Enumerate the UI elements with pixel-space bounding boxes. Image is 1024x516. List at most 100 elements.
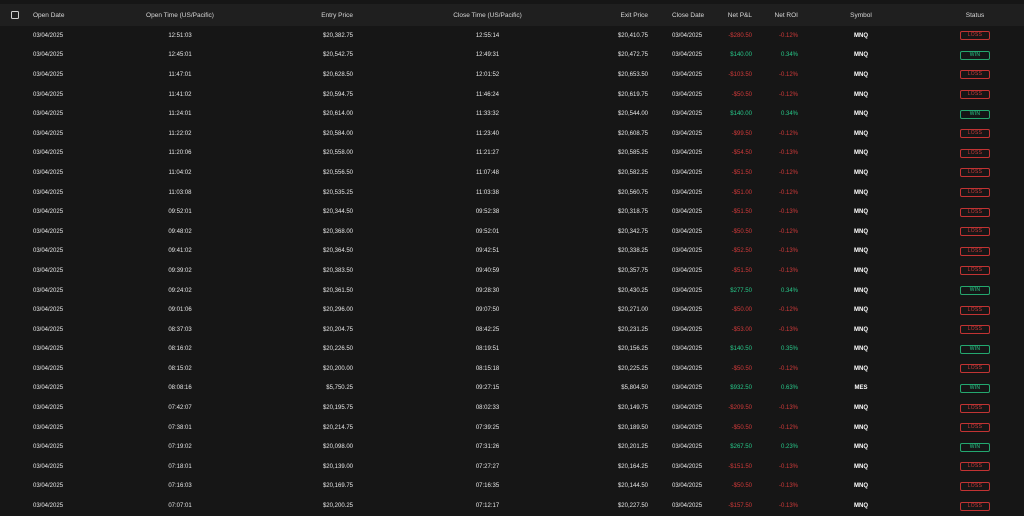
entry-price-cell: $20,200.25 xyxy=(322,503,353,510)
table-row[interactable]: 03/04/2025 07:07:01 $20,200.25 07:12:17 $20,… xyxy=(0,496,1024,516)
status-cell: LOSS xyxy=(955,65,995,85)
open-date-cell: 03/04/2025 xyxy=(33,130,64,137)
table-row[interactable]: 03/04/2025 11:20:06 $20,558.00 11:21:27 $20,… xyxy=(0,144,1024,164)
entry-price-cell: $20,204.75 xyxy=(322,326,353,333)
exit-price-cell: $20,201.25 xyxy=(617,444,648,451)
open-time-cell: 07:18:01 xyxy=(168,463,192,470)
table-row[interactable]: 03/04/2025 09:48:02 $20,368.00 09:52:01 $20,… xyxy=(0,222,1024,242)
table-row[interactable]: 03/04/2025 11:03:08 $20,535.25 11:03:38 $20,… xyxy=(0,183,1024,203)
table-row[interactable]: 03/04/2025 11:41:02 $20,594.75 11:46:24 $20,… xyxy=(0,85,1024,105)
open-time-cell: 11:24:01 xyxy=(168,111,192,118)
open-date-cell: 03/04/2025 xyxy=(33,248,64,255)
status-badge: LOSS xyxy=(960,501,990,511)
trades-table: Open Date Open Time (US/Pacific) Entry P… xyxy=(0,4,1024,516)
table-row[interactable]: 03/04/2025 07:19:02 $20,098.00 07:31:26 $20,… xyxy=(0,437,1024,457)
net-pnl-cell: $140.00 xyxy=(730,52,752,59)
status-cell: WIN xyxy=(955,46,995,66)
net-pnl-cell: -$50.50 xyxy=(731,228,752,235)
table-row[interactable]: 03/04/2025 12:51:03 $20,382.75 12:55:14 $20,… xyxy=(0,26,1024,46)
entry-price-cell: $20,214.75 xyxy=(322,424,353,431)
table-row[interactable]: 03/04/2025 09:24:02 $20,361.50 09:28:30 $20,… xyxy=(0,281,1024,301)
symbol-cell: MNQ xyxy=(854,111,868,118)
close-time-cell: 08:19:51 xyxy=(475,346,500,353)
header-entry-price[interactable]: Entry Price xyxy=(295,4,353,26)
symbol-cell: MNQ xyxy=(854,248,868,255)
open-date-cell: 03/04/2025 xyxy=(33,365,64,372)
exit-price-cell: $20,608.75 xyxy=(617,130,648,137)
table-row[interactable]: 03/04/2025 08:08:16 $5,750.25 09:27:15 $5,80… xyxy=(0,379,1024,399)
table-row[interactable]: 03/04/2025 11:47:01 $20,628.50 12:01:52 $20,… xyxy=(0,65,1024,85)
net-roi-cell: -0.13% xyxy=(778,483,798,490)
table-row[interactable]: 03/04/2025 07:42:07 $20,195.75 08:02:33 $20,… xyxy=(0,398,1024,418)
status-cell: WIN xyxy=(955,104,995,124)
table-header: Open Date Open Time (US/Pacific) Entry P… xyxy=(0,4,1024,26)
status-cell: LOSS xyxy=(955,242,995,262)
open-date-cell: 03/04/2025 xyxy=(33,424,64,431)
header-open-time[interactable]: Open Time (US/Pacific) xyxy=(140,4,220,26)
entry-price-cell: $5,750.25 xyxy=(326,385,353,392)
symbol-cell: MNQ xyxy=(854,346,868,353)
status-badge: LOSS xyxy=(960,90,990,100)
open-time-cell: 07:07:01 xyxy=(168,503,192,510)
status-cell: WIN xyxy=(955,281,995,301)
status-cell: LOSS xyxy=(955,359,995,379)
header-exit-price[interactable]: Exit Price xyxy=(590,4,648,26)
header-close-time[interactable]: Close Time (US/Pacific) xyxy=(440,4,535,26)
open-time-cell: 09:52:01 xyxy=(168,209,192,216)
select-all-cell[interactable] xyxy=(10,4,20,26)
close-time-cell: 07:31:26 xyxy=(475,444,500,451)
entry-price-cell: $20,169.75 xyxy=(322,483,353,490)
header-symbol[interactable]: Symbol xyxy=(836,4,886,26)
net-pnl-cell: -$53.00 xyxy=(731,326,752,333)
net-pnl-cell: -$103.50 xyxy=(728,71,752,78)
header-net-pnl[interactable]: Net P&L xyxy=(710,4,752,26)
symbol-cell: MNQ xyxy=(854,483,868,490)
open-time-cell: 12:45:01 xyxy=(168,52,192,59)
net-roi-cell: -0.13% xyxy=(778,267,798,274)
header-open-date[interactable]: Open Date xyxy=(33,4,83,26)
status-cell: WIN xyxy=(955,340,995,360)
symbol-cell: MNQ xyxy=(854,424,868,431)
entry-price-cell: $20,558.00 xyxy=(322,150,353,157)
status-badge: WIN xyxy=(960,344,990,354)
net-pnl-cell: -$157.50 xyxy=(728,503,752,510)
table-row[interactable]: 03/04/2025 11:04:02 $20,556.50 11:07:48 $20,… xyxy=(0,163,1024,183)
table-row[interactable]: 03/04/2025 12:45:01 $20,542.75 12:49:31 $20,… xyxy=(0,46,1024,66)
open-time-cell: 08:08:16 xyxy=(168,385,192,392)
table-row[interactable]: 03/04/2025 11:24:01 $20,614.00 11:33:32 $20,… xyxy=(0,104,1024,124)
table-row[interactable]: 03/04/2025 09:01:06 $20,296.00 09:07:50 $20,… xyxy=(0,300,1024,320)
entry-price-cell: $20,344.50 xyxy=(322,209,353,216)
symbol-cell: MNQ xyxy=(854,287,868,294)
exit-price-cell: $20,619.75 xyxy=(617,91,648,98)
table-row[interactable]: 03/04/2025 11:22:02 $20,584.00 11:23:40 $20,… xyxy=(0,124,1024,144)
status-cell: LOSS xyxy=(955,320,995,340)
exit-price-cell: $5,804.50 xyxy=(621,385,648,392)
table-row[interactable]: 03/04/2025 07:18:01 $20,139.00 07:27:27 $20,… xyxy=(0,457,1024,477)
table-row[interactable]: 03/04/2025 09:41:02 $20,364.50 09:42:51 $20,… xyxy=(0,242,1024,262)
table-row[interactable]: 03/04/2025 08:15:02 $20,200.00 08:15:18 $20,… xyxy=(0,359,1024,379)
net-pnl-cell: -$50.50 xyxy=(731,424,752,431)
header-status[interactable]: Status xyxy=(955,4,995,26)
table-row[interactable]: 03/04/2025 07:38:01 $20,214.75 07:39:25 $20,… xyxy=(0,418,1024,438)
table-row[interactable]: 03/04/2025 08:37:03 $20,204.75 08:42:25 $20,… xyxy=(0,320,1024,340)
open-date-cell: 03/04/2025 xyxy=(33,169,64,176)
table-row[interactable]: 03/04/2025 08:16:02 $20,226.50 08:19:51 $20,… xyxy=(0,340,1024,360)
table-row[interactable]: 03/04/2025 07:16:03 $20,169.75 07:16:35 $20,… xyxy=(0,477,1024,497)
status-badge: LOSS xyxy=(960,462,990,472)
net-pnl-cell: -$51.00 xyxy=(731,189,752,196)
status-badge: LOSS xyxy=(960,148,990,158)
table-row[interactable]: 03/04/2025 09:52:01 $20,344.50 09:52:38 $20,… xyxy=(0,202,1024,222)
exit-price-cell: $20,156.25 xyxy=(617,346,648,353)
exit-price-cell: $20,582.25 xyxy=(617,169,648,176)
select-all-checkbox[interactable] xyxy=(11,11,19,19)
entry-price-cell: $20,368.00 xyxy=(322,228,353,235)
status-cell: LOSS xyxy=(955,26,995,46)
exit-price-cell: $20,342.75 xyxy=(617,228,648,235)
header-net-roi[interactable]: Net ROI xyxy=(768,4,798,26)
close-time-cell: 09:28:30 xyxy=(475,287,500,294)
table-row[interactable]: 03/04/2025 09:39:02 $20,383.50 09:40:59 $20,… xyxy=(0,261,1024,281)
close-time-cell: 09:27:15 xyxy=(475,385,500,392)
net-pnl-cell: -$52.50 xyxy=(731,248,752,255)
status-cell: LOSS xyxy=(955,163,995,183)
symbol-cell: MNQ xyxy=(854,307,868,314)
